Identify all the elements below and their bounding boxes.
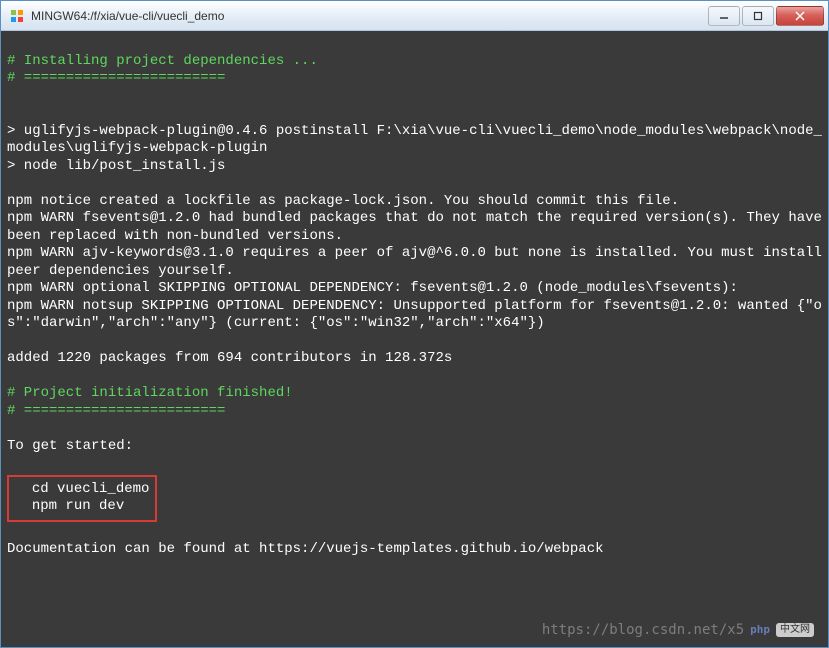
- watermark: https://blog.csdn.net/x5 php 中文网: [542, 622, 814, 640]
- cmd-node: > node lib/post_install.js: [7, 158, 225, 174]
- window-title: MINGW64:/f/xia/vue-cli/vuecli_demo: [31, 9, 708, 23]
- maximize-button[interactable]: [742, 6, 774, 26]
- window-controls: [708, 6, 824, 26]
- watermark-php: php: [750, 623, 770, 637]
- npm-warn-ajv: npm WARN ajv-keywords@3.1.0 requires a p…: [7, 245, 828, 279]
- init-divider: # ========================: [7, 403, 225, 419]
- cmd-npm-run: npm run dev: [15, 498, 124, 514]
- npm-warn-optional: npm WARN optional SKIPPING OPTIONAL DEPE…: [7, 280, 738, 296]
- to-get-started: To get started:: [7, 438, 133, 454]
- watermark-badge: 中文网: [776, 623, 814, 637]
- titlebar[interactable]: MINGW64:/f/xia/vue-cli/vuecli_demo: [1, 1, 828, 31]
- commands-highlight-box: cd vuecli_demo npm run dev: [7, 475, 157, 522]
- app-window: MINGW64:/f/xia/vue-cli/vuecli_demo # Ins…: [0, 0, 829, 648]
- npm-notice: npm notice created a lockfile as package…: [7, 193, 679, 209]
- docs-line: Documentation can be found at https://vu…: [7, 541, 604, 557]
- install-header: # Installing project dependencies ...: [7, 53, 318, 69]
- app-icon: [9, 8, 25, 24]
- npm-warn-notsup: npm WARN notsup SKIPPING OPTIONAL DEPEND…: [7, 298, 822, 332]
- minimize-button[interactable]: [708, 6, 740, 26]
- terminal-output[interactable]: # Installing project dependencies ... # …: [1, 31, 828, 647]
- cmd-uglify: > uglifyjs-webpack-plugin@0.4.6 postinst…: [7, 123, 822, 157]
- cmd-cd: cd vuecli_demo: [15, 481, 149, 497]
- init-finished: # Project initialization finished!: [7, 385, 293, 401]
- section-divider: # ========================: [7, 70, 225, 86]
- close-button[interactable]: [776, 6, 824, 26]
- watermark-text: https://blog.csdn.net/x5: [542, 622, 744, 640]
- npm-warn-fsevents: npm WARN fsevents@1.2.0 had bundled pack…: [7, 210, 828, 244]
- added-packages: added 1220 packages from 694 contributor…: [7, 350, 452, 366]
